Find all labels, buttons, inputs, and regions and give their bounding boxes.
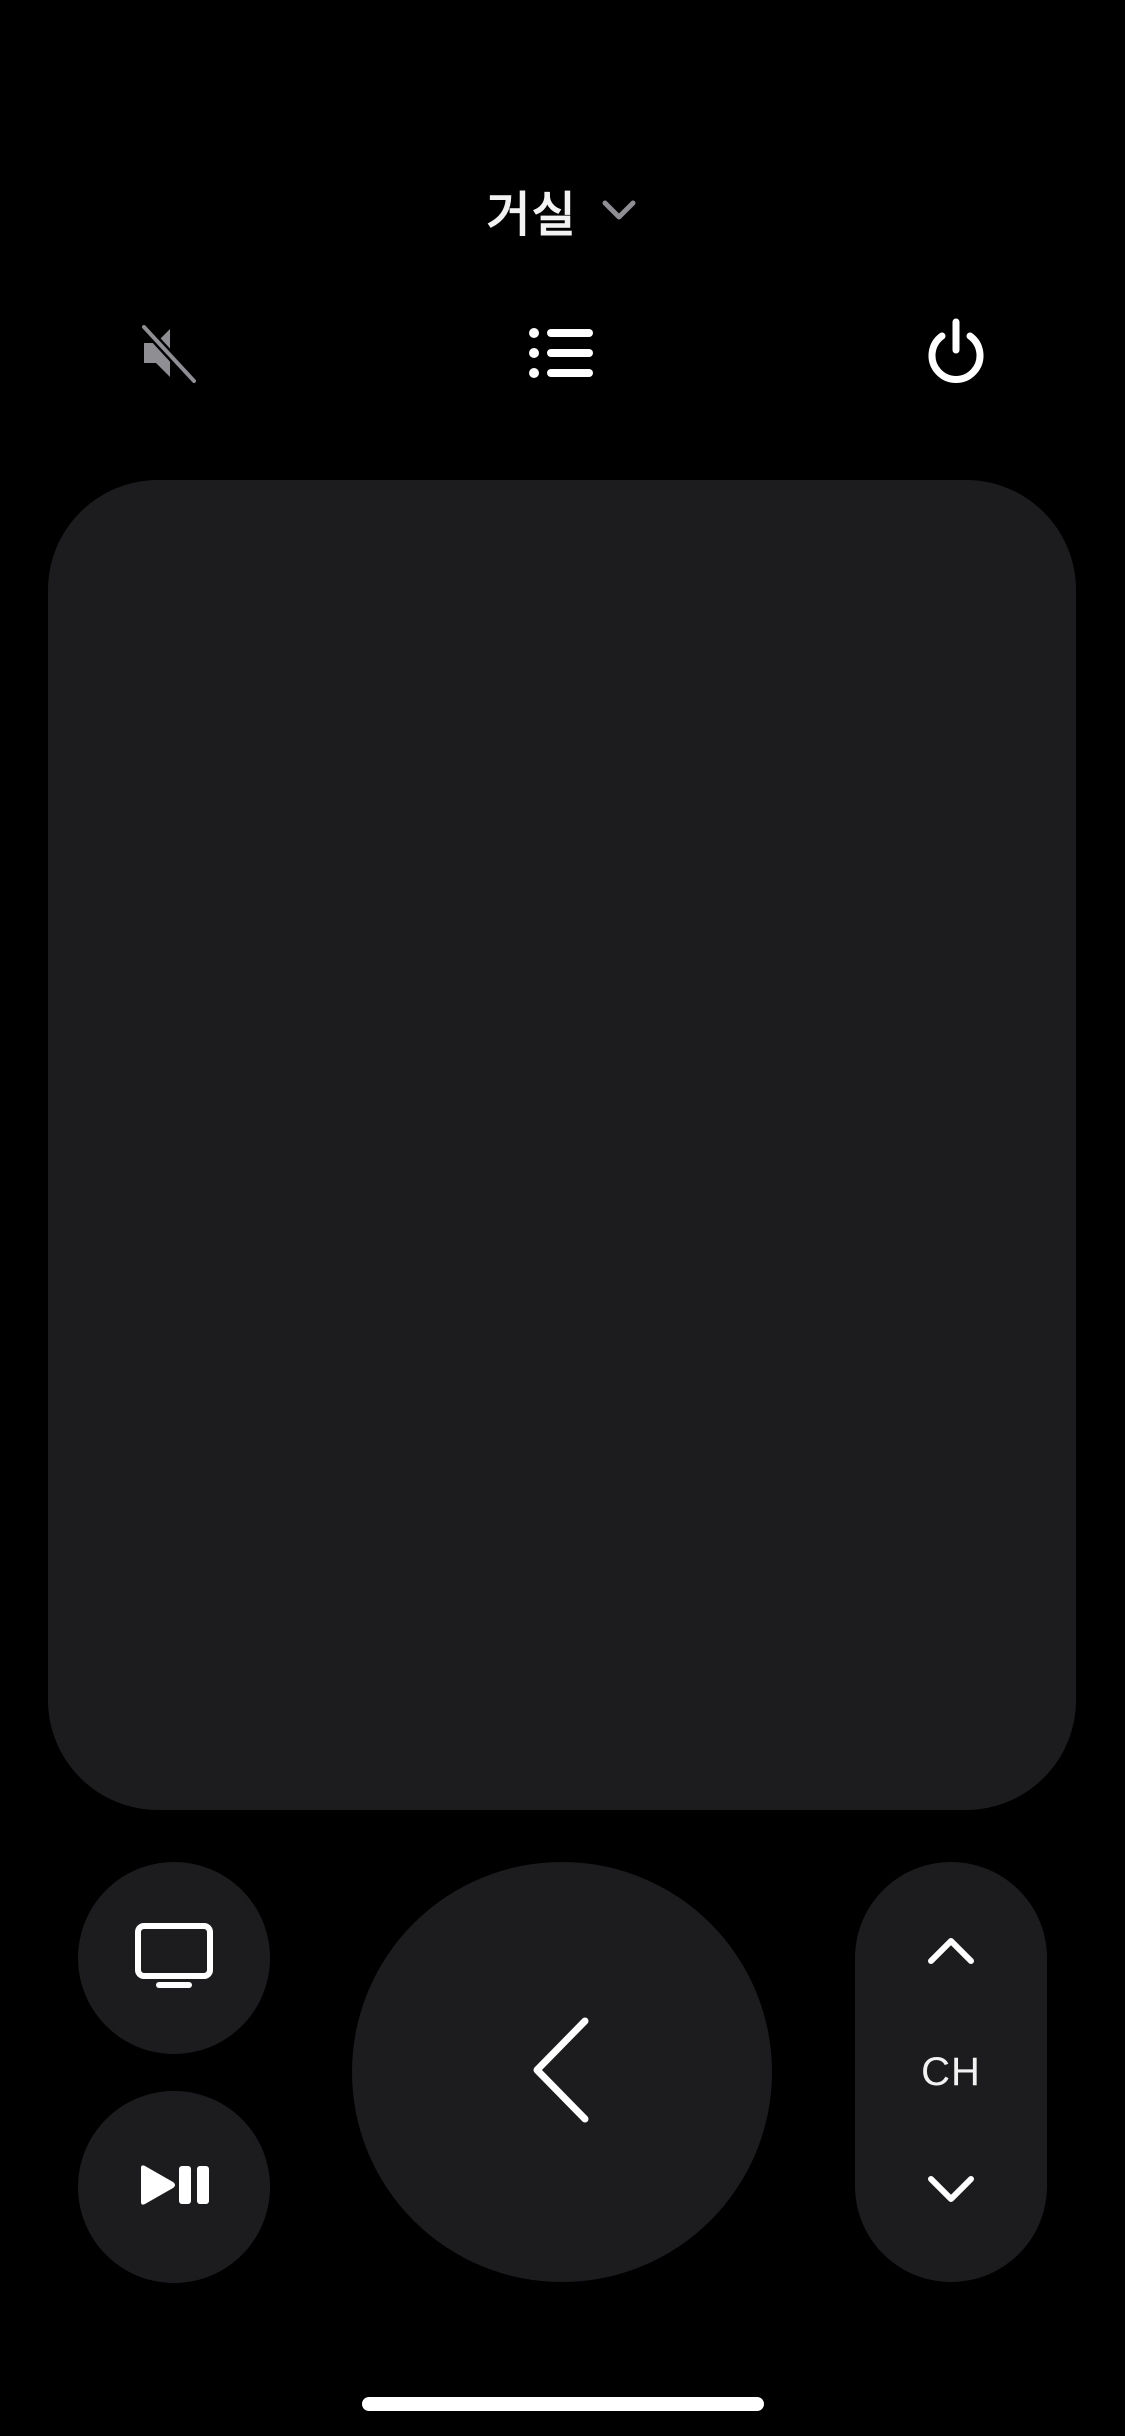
mute-button[interactable] bbox=[118, 310, 218, 400]
guide-button[interactable] bbox=[512, 310, 612, 400]
speaker-muted-icon bbox=[136, 321, 200, 390]
device-selector[interactable]: 거실 bbox=[0, 170, 1125, 250]
play-pause-icon bbox=[137, 2164, 211, 2211]
touchpad[interactable] bbox=[48, 480, 1076, 1810]
chevron-left-icon bbox=[527, 2015, 597, 2130]
tv-icon bbox=[134, 1922, 214, 1995]
channel-up-button[interactable] bbox=[855, 1892, 1047, 2012]
home-indicator[interactable] bbox=[362, 2397, 764, 2411]
device-name: 거실 bbox=[486, 187, 577, 243]
list-icon bbox=[529, 326, 595, 385]
power-button[interactable] bbox=[906, 310, 1006, 400]
remote-screen: 거실 CH bbox=[0, 0, 1125, 2436]
play-pause-button[interactable] bbox=[78, 2091, 270, 2283]
channel-down-button[interactable] bbox=[855, 2132, 1047, 2252]
tv-button[interactable] bbox=[78, 1862, 270, 2054]
back-button[interactable] bbox=[352, 1862, 772, 2282]
chevron-up-icon bbox=[926, 1934, 976, 1971]
power-icon bbox=[923, 318, 989, 393]
chevron-down-icon bbox=[926, 2174, 976, 2211]
chevron-down-icon bbox=[599, 190, 639, 230]
channel-control: CH bbox=[855, 1862, 1047, 2282]
channel-label: CH bbox=[921, 2050, 981, 2094]
top-controls bbox=[0, 310, 1125, 400]
